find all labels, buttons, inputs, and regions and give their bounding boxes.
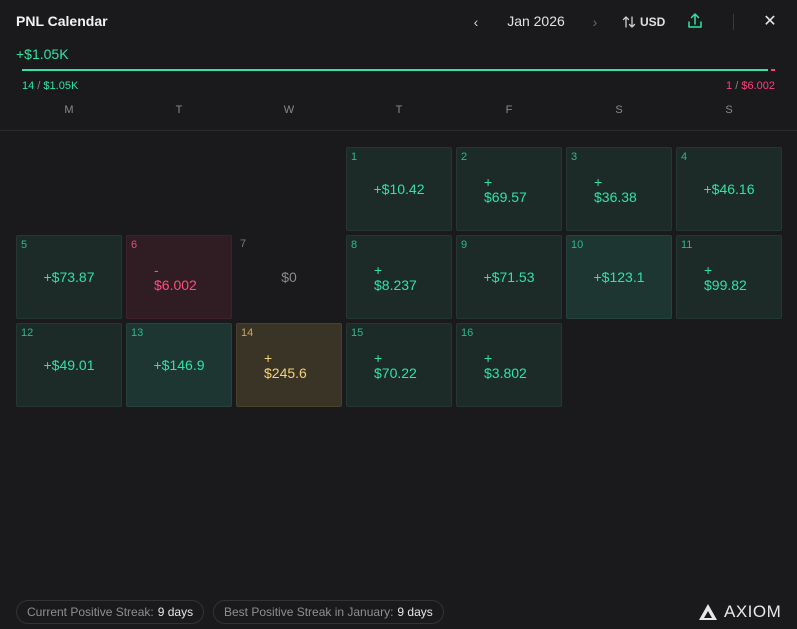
calendar-day-cell[interactable]: 16 + $3.802: [456, 323, 562, 407]
day-pnl-sign: +: [374, 349, 383, 366]
day-pnl-amount: $6.002: [154, 276, 197, 293]
total-pnl: +$1.05K: [16, 46, 69, 62]
day-pnl: $0: [236, 235, 342, 319]
day-pnl: +$146.9: [127, 324, 231, 406]
header-separator: [0, 130, 797, 131]
current-streak-badge: Current Positive Streak: 9 days: [16, 600, 205, 624]
calendar-day-cell[interactable]: 12 +$49.01: [16, 323, 122, 407]
day-pnl-sign: +: [264, 349, 273, 366]
day-pnl-amount: +$123.1: [593, 269, 645, 285]
calendar-day-cell[interactable]: 8 + $8.237: [346, 235, 452, 319]
day-pnl-amount: +$146.9: [153, 357, 205, 373]
page-title: PNL Calendar: [16, 13, 108, 29]
prev-month-button[interactable]: ‹: [468, 12, 484, 32]
weekday-thu: T: [395, 104, 403, 116]
day-pnl-sign: +: [484, 173, 493, 190]
day-pnl-amount: $245.6: [264, 364, 307, 381]
header: PNL Calendar ‹ Jan 2026 › USD ✕: [0, 0, 797, 44]
day-pnl: + $3.802: [457, 324, 561, 406]
day-pnl: + $245.6: [237, 324, 341, 406]
day-pnl-amount: $0: [281, 269, 297, 285]
day-pnl-amount: +$46.16: [703, 181, 755, 197]
calendar-day-cell[interactable]: 3 + $36.38: [566, 147, 672, 231]
day-pnl-amount: $69.57: [484, 188, 527, 205]
weekday-sun: S: [725, 104, 733, 116]
day-pnl-amount: +$71.53: [483, 269, 535, 285]
day-pnl: +$123.1: [567, 236, 671, 318]
calendar-day-cell[interactable]: 5 +$73.87: [16, 235, 122, 319]
weekday-fri: F: [505, 104, 513, 116]
weekday-wed: W: [283, 104, 295, 116]
day-pnl-sign: +: [374, 261, 383, 278]
calendar-day-cell[interactable]: 6- $6.002: [126, 235, 232, 319]
next-month-button[interactable]: ›: [587, 12, 603, 32]
loss-slash: /: [732, 80, 742, 92]
day-pnl: + $70.22: [347, 324, 451, 406]
weekday-header: M T W T F S S: [14, 104, 784, 118]
day-pnl-amount: $36.38: [594, 188, 637, 205]
day-pnl: +$73.87: [17, 236, 121, 318]
day-pnl: +$46.16: [677, 148, 781, 230]
win-summary: 14 / $1.05K: [22, 80, 78, 92]
close-button[interactable]: ✕: [760, 12, 780, 32]
day-pnl: + $69.57: [457, 148, 561, 230]
best-streak-label: Best Positive Streak in January:: [224, 605, 394, 619]
weekday-sat: S: [615, 104, 623, 116]
day-pnl: + $99.82: [677, 236, 781, 318]
current-streak-value: 9 days: [157, 605, 194, 619]
brand-name: AXIOM: [724, 602, 782, 621]
calendar-day-cell[interactable]: 4 +$46.16: [676, 147, 782, 231]
day-pnl-amount: $3.802: [484, 364, 527, 381]
day-pnl: - $6.002: [127, 236, 231, 318]
day-pnl: +$10.42: [347, 148, 451, 230]
axiom-logo-icon: [699, 604, 717, 620]
loss-summary: 1 / $6.002: [726, 80, 775, 92]
day-pnl-sign: -: [154, 261, 159, 278]
calendar-day-cell[interactable]: 7 $0: [236, 235, 342, 319]
calendar-day-cell[interactable]: 15 + $70.22: [346, 323, 452, 407]
day-pnl-amount: $99.82: [704, 276, 747, 293]
day-pnl-amount: +$10.42: [373, 181, 425, 197]
currency-toggle[interactable]: USD: [622, 12, 665, 32]
day-pnl-amount: $8.237: [374, 276, 417, 293]
day-pnl-sign: +: [594, 173, 603, 190]
best-streak-value: 9 days: [397, 605, 433, 619]
day-pnl-sign: +: [484, 349, 493, 366]
day-pnl: + $36.38: [567, 148, 671, 230]
current-month: Jan 2026: [507, 13, 565, 29]
calendar-day-cell[interactable]: 2 + $69.57: [456, 147, 562, 231]
day-pnl: + $8.237: [347, 236, 451, 318]
calendar-day-cell[interactable]: 9 +$71.53: [456, 235, 562, 319]
calendar-day-cell[interactable]: 1 +$10.42: [346, 147, 452, 231]
day-pnl-sign: +: [704, 261, 713, 278]
current-streak-label: Current Positive Streak:: [27, 605, 154, 619]
day-pnl: +$71.53: [457, 236, 561, 318]
win-amount: $1.05K: [43, 80, 79, 92]
best-streak-badge: Best Positive Streak in January: 9 days: [213, 600, 444, 624]
day-pnl-amount: +$73.87: [43, 269, 95, 285]
brand: AXIOM: [698, 602, 781, 622]
currency-label: USD: [640, 15, 666, 29]
share-button[interactable]: [687, 12, 705, 32]
swap-vertical-icon: [622, 16, 636, 28]
calendar-day-cell[interactable]: 14 + $245.6: [236, 323, 342, 407]
calendar-day-cell[interactable]: 10 +$123.1: [566, 235, 672, 319]
win-ratio-bar: [22, 69, 768, 71]
win-days: 14: [22, 80, 35, 92]
loss-ratio-bar: [771, 69, 775, 71]
calendar-day-cell[interactable]: 13 +$146.9: [126, 323, 232, 407]
weekday-mon: M: [64, 104, 74, 116]
loss-amount: $6.002: [741, 80, 775, 92]
header-divider: [733, 14, 734, 30]
day-pnl-amount: +$49.01: [43, 357, 95, 373]
calendar-day-cell[interactable]: 11 + $99.82: [676, 235, 782, 319]
day-pnl: +$49.01: [17, 324, 121, 406]
weekday-tue: T: [175, 104, 183, 116]
share-upload-icon: [688, 13, 702, 28]
day-pnl-amount: $70.22: [374, 364, 417, 381]
